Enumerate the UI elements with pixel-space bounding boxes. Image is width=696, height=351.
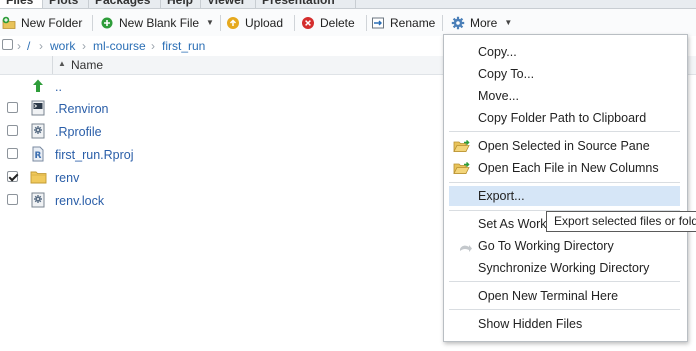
file-name[interactable]: .Renviron: [55, 101, 109, 117]
menu-separator: [449, 309, 680, 310]
file-checkbox[interactable]: [7, 148, 18, 159]
breadcrumb-item-first-run[interactable]: first_run: [162, 38, 205, 54]
upload-label: Upload: [245, 16, 284, 30]
file-checkbox[interactable]: [7, 102, 18, 113]
tab-viewer[interactable]: Viewer: [201, 0, 256, 8]
delete-icon: [301, 16, 315, 30]
sort-ascending-icon[interactable]: ▲: [58, 59, 66, 68]
new-folder-icon: [2, 16, 16, 30]
svg-text:R: R: [35, 151, 42, 161]
menu-item-open-terminal[interactable]: Open New Terminal Here: [449, 286, 680, 306]
chevron-down-icon: ▼: [504, 18, 513, 27]
new-blank-file-label: New Blank File: [119, 16, 200, 30]
menu-item-go-to-working-directory[interactable]: Go To Working Directory: [449, 236, 680, 256]
new-blank-file-button[interactable]: New Blank File ▼: [100, 14, 214, 32]
files-toolbar: New Folder New Blank File ▼ Upload Delet…: [0, 9, 696, 37]
tab-plots[interactable]: Plots: [43, 0, 89, 8]
tab-presentation[interactable]: Presentation: [256, 0, 356, 8]
menu-item-export[interactable]: Export...: [449, 186, 680, 206]
menu-item-open-in-source[interactable]: Open Selected in Source Pane: [449, 136, 680, 156]
file-checkbox[interactable]: [7, 171, 18, 182]
rename-button[interactable]: Rename: [371, 14, 435, 32]
toolbar-separator: [92, 15, 93, 31]
rename-label: Rename: [390, 16, 436, 30]
menu-item-label: Show Hidden Files: [478, 317, 583, 331]
menu-separator: [449, 131, 680, 132]
file-name[interactable]: ..: [55, 79, 62, 95]
breadcrumb-separator: ›: [39, 39, 43, 53]
rename-icon: [371, 16, 385, 30]
menu-item-label: Open Selected in Source Pane: [478, 139, 650, 153]
export-tooltip: Export selected files or folders: [546, 211, 696, 232]
menu-separator: [449, 281, 680, 282]
menu-item-move[interactable]: Move...: [449, 86, 680, 106]
toolbar-separator: [366, 15, 367, 31]
column-header-name[interactable]: Name: [71, 57, 103, 73]
menu-item-label: Move...: [478, 89, 519, 103]
menu-item-label: Copy Folder Path to Clipboard: [478, 111, 647, 125]
new-folder-label: New Folder: [21, 16, 83, 30]
rproj-file-icon: R: [31, 146, 45, 165]
chevron-down-icon: ▼: [206, 18, 214, 27]
up-arrow-icon: [30, 78, 46, 97]
new-folder-button[interactable]: New Folder: [2, 14, 82, 32]
file-checkbox[interactable]: [7, 194, 18, 205]
open-folder-icon: [453, 160, 471, 182]
menu-item-label: Copy...: [478, 45, 517, 59]
breadcrumb-separator: ›: [17, 39, 21, 53]
file-name[interactable]: .Rprofile: [55, 124, 102, 140]
upload-button[interactable]: Upload: [226, 14, 283, 32]
more-button[interactable]: More ▼: [451, 14, 512, 32]
open-folder-icon: [453, 138, 471, 160]
menu-item-copy[interactable]: Copy...: [449, 42, 680, 62]
menu-item-label: Go To Working Directory: [478, 239, 614, 253]
pane-tabs: Files Plots Packages Help Viewer Present…: [0, 0, 696, 9]
file-name[interactable]: first_run.Rproj: [55, 147, 134, 163]
folder-icon: [30, 170, 47, 187]
breadcrumb-item-work[interactable]: work: [50, 38, 75, 54]
plus-circle-icon: [100, 16, 114, 30]
more-menu: Copy... Copy To... Move... Copy Folder P…: [443, 34, 688, 342]
gear-file-icon: [31, 192, 45, 211]
file-name[interactable]: renv: [55, 170, 79, 186]
gear-file-icon: [31, 123, 45, 142]
toolbar-separator: [294, 15, 295, 31]
menu-separator: [449, 182, 680, 183]
menu-item-copy-to[interactable]: Copy To...: [449, 64, 680, 84]
breadcrumb-separator: ›: [151, 39, 155, 53]
menu-item-label: Synchronize Working Directory: [478, 261, 650, 275]
menu-item-synchronize-working-directory[interactable]: Synchronize Working Directory: [449, 258, 680, 278]
terminal-file-icon: [31, 100, 45, 119]
column-divider: [52, 56, 53, 74]
tab-packages[interactable]: Packages: [89, 0, 161, 8]
breadcrumb-root[interactable]: /: [27, 38, 30, 54]
more-label: More: [470, 16, 498, 30]
go-to-arrow-icon: [459, 240, 473, 260]
tab-files[interactable]: Files: [0, 0, 43, 8]
menu-item-label: Open New Terminal Here: [478, 289, 619, 303]
menu-item-show-hidden-files[interactable]: Show Hidden Files: [449, 314, 680, 334]
delete-button[interactable]: Delete: [301, 14, 355, 32]
menu-item-copy-folder-path[interactable]: Copy Folder Path to Clipboard: [449, 108, 680, 128]
toolbar-separator: [442, 15, 443, 31]
toolbar-separator: [220, 15, 221, 31]
menu-item-label: Copy To...: [478, 67, 535, 81]
select-all-checkbox[interactable]: [2, 39, 13, 50]
menu-item-label: Open Each File in New Columns: [478, 161, 659, 175]
upload-icon: [226, 16, 240, 30]
breadcrumb-item-ml-course[interactable]: ml-course: [93, 38, 146, 54]
gear-icon: [451, 16, 465, 30]
breadcrumb-separator: ›: [82, 39, 86, 53]
menu-item-open-in-columns[interactable]: Open Each File in New Columns: [449, 158, 680, 178]
menu-item-label: Export...: [478, 189, 525, 203]
file-name[interactable]: renv.lock: [55, 193, 104, 209]
delete-label: Delete: [320, 16, 355, 30]
tab-help[interactable]: Help: [161, 0, 201, 8]
file-checkbox[interactable]: [7, 125, 18, 136]
